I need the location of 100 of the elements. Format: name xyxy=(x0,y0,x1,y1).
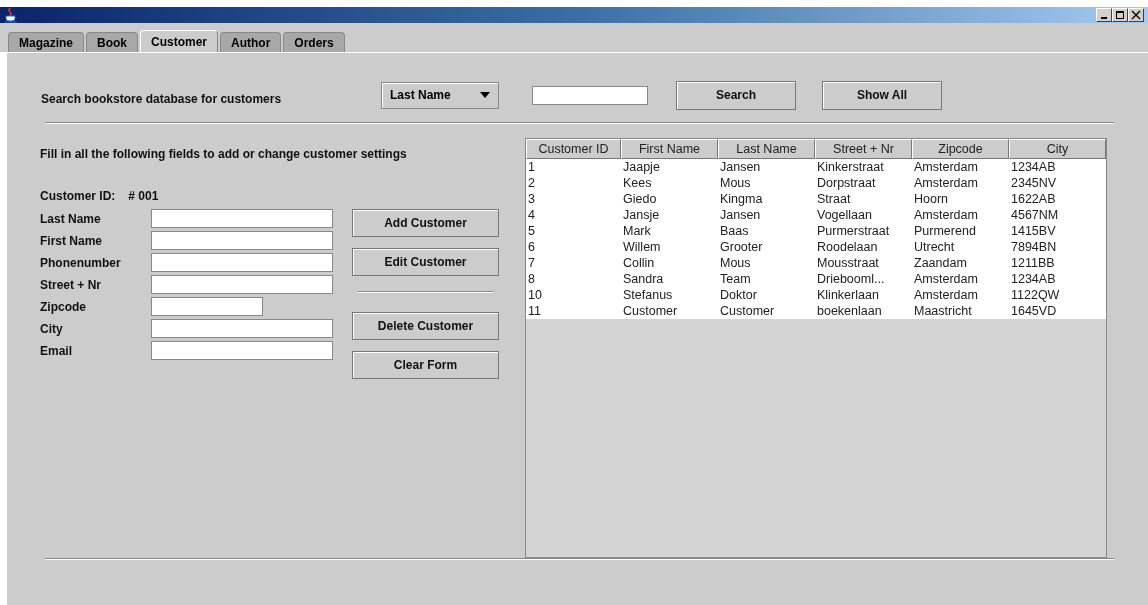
table-cell-text: 1 xyxy=(527,159,536,175)
column-header[interactable]: First Name xyxy=(621,139,718,159)
table-cell-text: Roodelaan xyxy=(816,239,879,255)
coffee-cup-icon xyxy=(4,7,18,23)
table-cell-text: boekenlaan xyxy=(816,303,883,319)
caret-icon xyxy=(480,92,490,98)
tab[interactable]: Author xyxy=(220,32,282,52)
table-cell-text: 1234AB xyxy=(1010,159,1057,175)
table-cell-text: 3 xyxy=(527,191,536,207)
table-cell-text: Baas xyxy=(719,223,750,239)
form-button[interactable]: Clear Form xyxy=(352,351,499,379)
column-header[interactable]: Customer ID xyxy=(526,139,621,159)
table-cell-text: Amsterdam xyxy=(913,175,979,191)
table-cell-text: Utrecht xyxy=(913,239,956,255)
table-cell-text: 6 xyxy=(527,239,536,255)
input-field[interactable] xyxy=(151,275,333,294)
field-label: Email xyxy=(40,343,73,358)
field-label: Phonenumber xyxy=(40,255,122,270)
table-cell-text: 11 xyxy=(527,303,542,319)
field-label: Street + Nr xyxy=(40,277,103,292)
table-cell-text: Willem xyxy=(622,239,662,255)
column-header[interactable]: Street + Nr xyxy=(815,139,912,159)
table-cell-text: Grooter xyxy=(719,239,764,255)
table-cell-text: 1622AB xyxy=(1010,191,1057,207)
minimize-button[interactable] xyxy=(1096,8,1112,22)
minimize-icon xyxy=(1101,17,1107,19)
form-button[interactable]: Edit Customer xyxy=(352,248,499,276)
input-field[interactable] xyxy=(151,253,333,272)
table-cell-text: Dorpstraat xyxy=(816,175,877,191)
table-cell-text: 1645VD xyxy=(1010,303,1058,319)
input-field[interactable] xyxy=(151,209,333,228)
table-cell-text: Jansen xyxy=(719,207,762,223)
table-cell-text: 2 xyxy=(527,175,536,191)
tab[interactable]: Book xyxy=(86,32,138,52)
input-field[interactable] xyxy=(151,297,263,316)
table-cell-text: Jansen xyxy=(719,159,762,175)
table-cell-text: Mousstraat xyxy=(816,255,880,271)
table-cell-text: Mous xyxy=(719,175,752,191)
search-bar-button[interactable]: Show All xyxy=(822,80,942,110)
table-cell-text: Doktor xyxy=(719,287,758,303)
tab[interactable]: Customer xyxy=(140,30,219,52)
table-cell-text: Mark xyxy=(622,223,652,239)
table-cell-text: Giedo xyxy=(622,191,658,207)
field-label: First Name xyxy=(40,233,104,248)
table-cell-text: Jansje xyxy=(622,207,661,223)
table-cell-text: Amsterdam xyxy=(913,271,979,287)
table-cell-text: Mous xyxy=(719,255,752,271)
table-cell-text: 7894BN xyxy=(1010,239,1058,255)
table-cell-text: Purmerstraat xyxy=(816,223,891,239)
maximize-button[interactable] xyxy=(1112,8,1128,22)
table-cell-text: 1415BV xyxy=(1010,223,1057,239)
input-field[interactable] xyxy=(151,319,333,338)
table-cell-text: Klinkerlaan xyxy=(816,287,880,303)
table-cell-text: Team xyxy=(719,271,752,287)
table-cell-text: 1122QW xyxy=(1010,287,1061,303)
customer-id-label: Customer ID: xyxy=(40,189,116,203)
table-cell-text: Purmerend xyxy=(913,223,977,239)
table-cell-text: Jaapje xyxy=(622,159,661,175)
close-icon xyxy=(1131,10,1141,20)
search-bar-button[interactable]: Search xyxy=(676,80,796,110)
tab[interactable]: Magazine xyxy=(8,32,84,52)
table-cell-text: Kees xyxy=(622,175,653,191)
form-button[interactable]: Add Customer xyxy=(352,209,499,237)
table-cell-text: Amsterdam xyxy=(913,207,979,223)
table-cell-text: 4567NM xyxy=(1010,207,1060,223)
input-field[interactable] xyxy=(151,231,333,250)
table-cell-text: 1234AB xyxy=(1010,271,1057,287)
table-cell-text: Driebooml... xyxy=(816,271,886,287)
table-cell-text: Hoorn xyxy=(913,191,950,207)
search-field[interactable] xyxy=(532,85,648,105)
table-cell-text: 2345NV xyxy=(1010,175,1058,191)
table-cell-text: Customer xyxy=(622,303,679,319)
field-label: Zipcode xyxy=(40,299,87,314)
field-label: City xyxy=(40,321,64,336)
search-dropdown[interactable]: Last Name xyxy=(381,81,499,109)
table-cell-text: Straat xyxy=(816,191,852,207)
table-cell-text: 10 xyxy=(527,287,543,303)
table-cell-text: Vogellaan xyxy=(816,207,873,223)
form-button[interactable]: Delete Customer xyxy=(352,312,499,340)
maximize-icon xyxy=(1115,10,1125,20)
field-label: Last Name xyxy=(40,211,102,226)
column-header[interactable]: Zipcode xyxy=(912,139,1009,159)
table-cell-text: Kingma xyxy=(719,191,764,207)
table-cell-text: Customer xyxy=(719,303,776,319)
table-cell-text: Stefanus xyxy=(622,287,674,303)
table-cell-text: Zaandam xyxy=(913,255,968,271)
table-cell-text: 8 xyxy=(527,271,536,287)
column-header[interactable]: Last Name xyxy=(718,139,815,159)
input-field[interactable] xyxy=(151,341,333,360)
tab[interactable]: Orders xyxy=(283,32,345,52)
table-cell-text: Amsterdam xyxy=(913,159,979,175)
table-cell-text: 5 xyxy=(527,223,536,239)
table-cell-text: Maastricht xyxy=(913,303,973,319)
search-label: Search bookstore database for customers xyxy=(41,92,283,106)
close-button[interactable] xyxy=(1128,8,1144,22)
table-cell-text: Collin xyxy=(622,255,656,271)
table-cell-text: 7 xyxy=(527,255,536,271)
customer-id-value: # 001 xyxy=(128,189,159,203)
column-header[interactable]: City xyxy=(1009,139,1106,159)
table-cell-text: Amsterdam xyxy=(913,287,979,303)
